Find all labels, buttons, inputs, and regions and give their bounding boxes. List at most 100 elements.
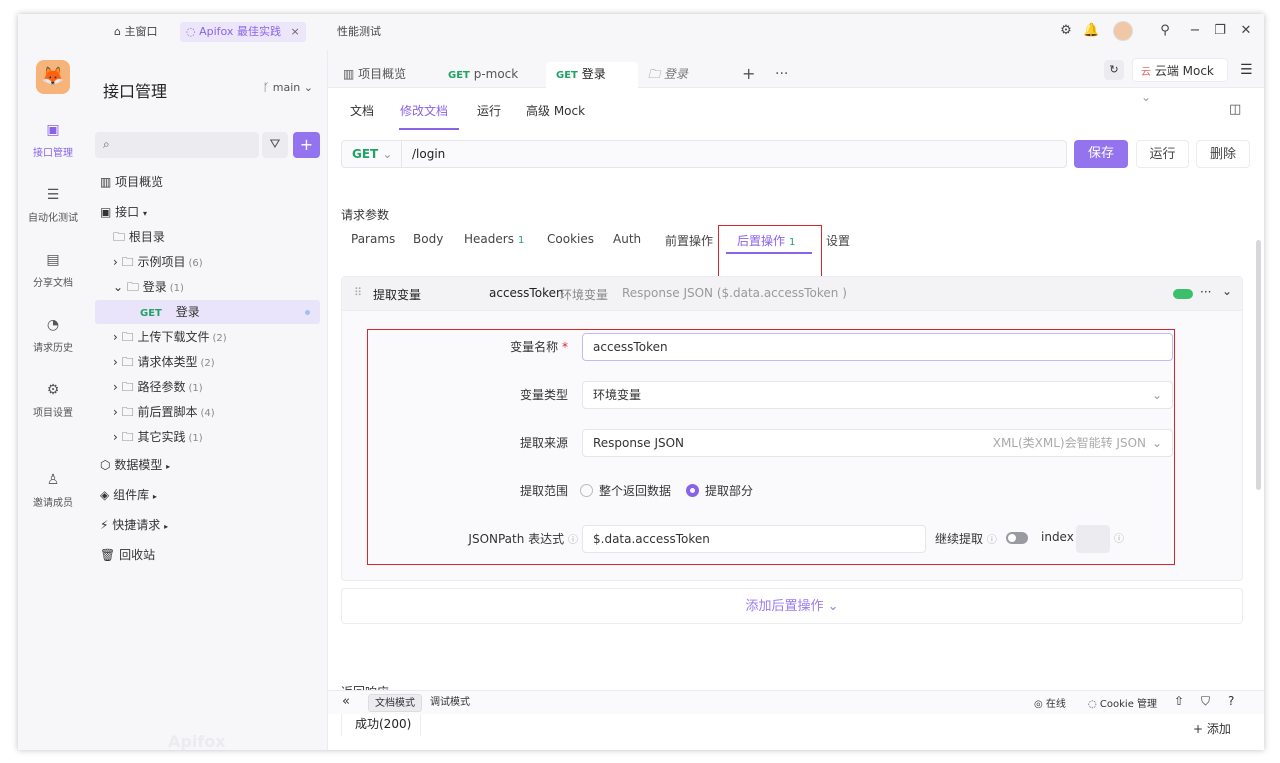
api-icon: ▣ <box>100 205 112 219</box>
highlight-box-post-ops-tab <box>718 225 822 277</box>
online-status[interactable]: ◎ 在线 <box>1034 695 1066 710</box>
tab-main-window[interactable]: ⌂ 主窗口 <box>108 22 163 42</box>
tree-item-endpoint[interactable]: GET 登录 <box>95 300 320 324</box>
chevron-down-icon[interactable]: ⌄ <box>1222 284 1232 298</box>
share-doc-icon: ▤ <box>46 252 60 268</box>
tree-item-trash[interactable]: 🗑 回收站 <box>95 543 320 567</box>
tree-item-folder[interactable]: › 🗀 请求体类型 (2) <box>95 350 320 374</box>
param-tab-cookies[interactable]: Cookies <box>547 232 594 246</box>
tree-item-overview[interactable]: ▥ 项目概览 <box>95 170 320 194</box>
new-tab-button[interactable]: + <box>742 62 755 86</box>
rail-item-settings[interactable]: ⚙ 项目设置 <box>18 380 88 419</box>
method-select[interactable]: GET ⌄ <box>342 141 402 167</box>
window-close-icon[interactable]: ✕ <box>1238 23 1254 39</box>
help-icon[interactable]: ? <box>1228 694 1234 708</box>
save-button[interactable]: 保存 <box>1074 140 1128 168</box>
avatar[interactable] <box>1113 21 1133 41</box>
filter-button[interactable]: ⛛ <box>262 132 288 158</box>
tab-apifox-best-practice[interactable]: ◌ Apifox 最佳实践 × <box>180 22 306 42</box>
titlebar: ⌂ 主窗口 ◌ Apifox 最佳实践 × 性能测试 ⚙ 🔔 ⚲ − ❐ ✕ <box>18 14 1264 50</box>
left-rail: 🦊 ▣ 接口管理 ☰ 自动化测试 ▤ 分享文档 ◔ 请求历史 ⚙ 项目设置 ♙ … <box>18 50 88 750</box>
chevron-right-icon: › <box>113 405 118 419</box>
tree-item-components[interactable]: ◈ 组件库 ▸ <box>95 483 320 507</box>
rail-item-invite[interactable]: ♙ 邀请成员 <box>18 470 88 509</box>
add-post-op-button[interactable]: 添加后置操作 ⌄ <box>341 588 1243 624</box>
collapse-icon[interactable]: « <box>342 694 350 709</box>
param-tab-params[interactable]: Params <box>351 232 395 246</box>
tree-item-folder[interactable]: › 🗀 上传下载文件 (2) <box>95 325 320 349</box>
doc-mode-button[interactable]: 文档模式 <box>368 694 422 712</box>
tree-item-folder[interactable]: › 🗀 前后置脚本 (4) <box>95 400 320 424</box>
doc-tab-overview[interactable]: ▥ 项目概览 <box>343 62 406 86</box>
chevron-right-icon: › <box>113 430 118 444</box>
upload-icon[interactable]: ⇧ <box>1174 694 1184 708</box>
subtab-run[interactable]: 运行 <box>477 102 501 119</box>
add-button[interactable]: + <box>293 132 320 158</box>
param-tab-settings[interactable]: 设置 <box>826 232 850 249</box>
drag-handle-icon[interactable]: ⠿ <box>354 286 362 299</box>
close-icon[interactable]: × <box>290 25 299 38</box>
param-tab-body[interactable]: Body <box>413 232 443 246</box>
enable-toggle[interactable] <box>1173 289 1193 299</box>
search-input[interactable]: ⌕ <box>95 132 259 158</box>
folder-icon: 🗀 <box>121 405 134 419</box>
refresh-button[interactable]: ↻ <box>1104 60 1124 80</box>
scrollbar[interactable] <box>1256 240 1261 490</box>
menu-icon[interactable]: ☰ <box>1240 62 1253 78</box>
tree-item-folder[interactable]: › 🗀 示例项目 (6) <box>95 250 320 274</box>
param-tab-pre-ops[interactable]: 前置操作 <box>665 232 713 249</box>
gear-icon[interactable]: ⚙ <box>1058 23 1074 39</box>
tree-item-data-model[interactable]: ⬡ 数据模型 ▸ <box>95 453 320 477</box>
post-op-header[interactable]: ⠿ 提取变量 accessToken 环境变量 Response JSON ($… <box>342 277 1242 311</box>
add-response-button[interactable]: + 添加 <box>1193 720 1231 737</box>
folder-icon: 🗀 <box>126 280 139 294</box>
doc-tab-login[interactable]: GET 登录 <box>546 62 638 88</box>
more-icon[interactable]: ··· <box>1200 285 1211 299</box>
doc-tab-p-mock[interactable]: GET p-mock <box>448 62 518 86</box>
more-tabs-button[interactable]: ··· <box>775 62 788 86</box>
run-button[interactable]: 运行 <box>1136 140 1189 168</box>
rail-item-history[interactable]: ◔ 请求历史 <box>18 315 88 354</box>
plus-icon: + <box>299 135 314 154</box>
caret-right-icon: ▸ <box>164 522 169 531</box>
param-tab-auth[interactable]: Auth <box>613 232 641 246</box>
chevron-down-icon: ⌄ <box>1141 90 1152 104</box>
shirt-icon[interactable]: ⛉ <box>1201 694 1210 709</box>
rail-item-automation[interactable]: ☰ 自动化测试 <box>18 185 88 224</box>
tree-item-interfaces[interactable]: ▣ 接口 ▾ <box>95 200 320 224</box>
cube-icon: ⬡ <box>100 458 111 472</box>
bell-icon[interactable]: 🔔 <box>1083 23 1099 39</box>
automation-icon: ☰ <box>46 187 60 203</box>
chevron-right-icon: › <box>113 255 118 269</box>
chevron-down-icon: ⌄ <box>827 599 839 614</box>
home-icon: ⌂ <box>114 25 121 38</box>
cookie-manager-button[interactable]: ◌ Cookie 管理 <box>1088 695 1157 710</box>
tree-item-folder[interactable]: › 🗀 其它实践 (1) <box>95 425 320 449</box>
status-dot <box>305 310 310 315</box>
url-bar: GET ⌄ /login <box>341 140 1067 168</box>
tree-item-folder[interactable]: ⌄ 🗀 登录 (1) <box>95 275 320 299</box>
tree-item-root[interactable]: 🗀 根目录 <box>95 225 320 249</box>
subtab-advanced-mock[interactable]: 高级 Mock <box>526 102 585 119</box>
split-view-icon[interactable]: ◫ <box>1229 102 1241 117</box>
folder-icon: 🗀 <box>121 355 134 369</box>
param-tab-headers[interactable]: Headers 1 <box>464 232 524 246</box>
filter-icon: ⛛ <box>269 137 281 152</box>
url-input[interactable]: /login <box>412 141 445 167</box>
debug-mode-button[interactable]: 调试模式 <box>424 694 476 712</box>
minimize-icon[interactable]: − <box>1187 23 1203 39</box>
branch-selector[interactable]: ᚴ main ⌄ <box>263 81 313 94</box>
rail-item-api[interactable]: ▣ 接口管理 <box>18 120 88 159</box>
rail-item-share-doc[interactable]: ▤ 分享文档 <box>18 250 88 289</box>
tab-performance-test[interactable]: 性能测试 <box>331 22 387 42</box>
subtab-edit-doc[interactable]: 修改文档 <box>400 102 448 119</box>
restore-icon[interactable]: ❐ <box>1212 23 1228 39</box>
subtab-doc[interactable]: 文档 <box>350 102 374 119</box>
tree-item-folder[interactable]: › 🗀 路径参数 (1) <box>95 375 320 399</box>
delete-button[interactable]: 删除 <box>1196 140 1250 168</box>
apifox-logo-icon: ◌ <box>186 25 196 38</box>
tree-item-quick-request[interactable]: ⚡ 快捷请求 ▸ <box>95 513 320 537</box>
environment-selector[interactable]: 云 云端 Mock ⌄ <box>1132 58 1228 104</box>
doc-tab-login-folder[interactable]: 🗀 登录 <box>648 62 688 86</box>
pin-icon[interactable]: ⚲ <box>1157 23 1173 39</box>
